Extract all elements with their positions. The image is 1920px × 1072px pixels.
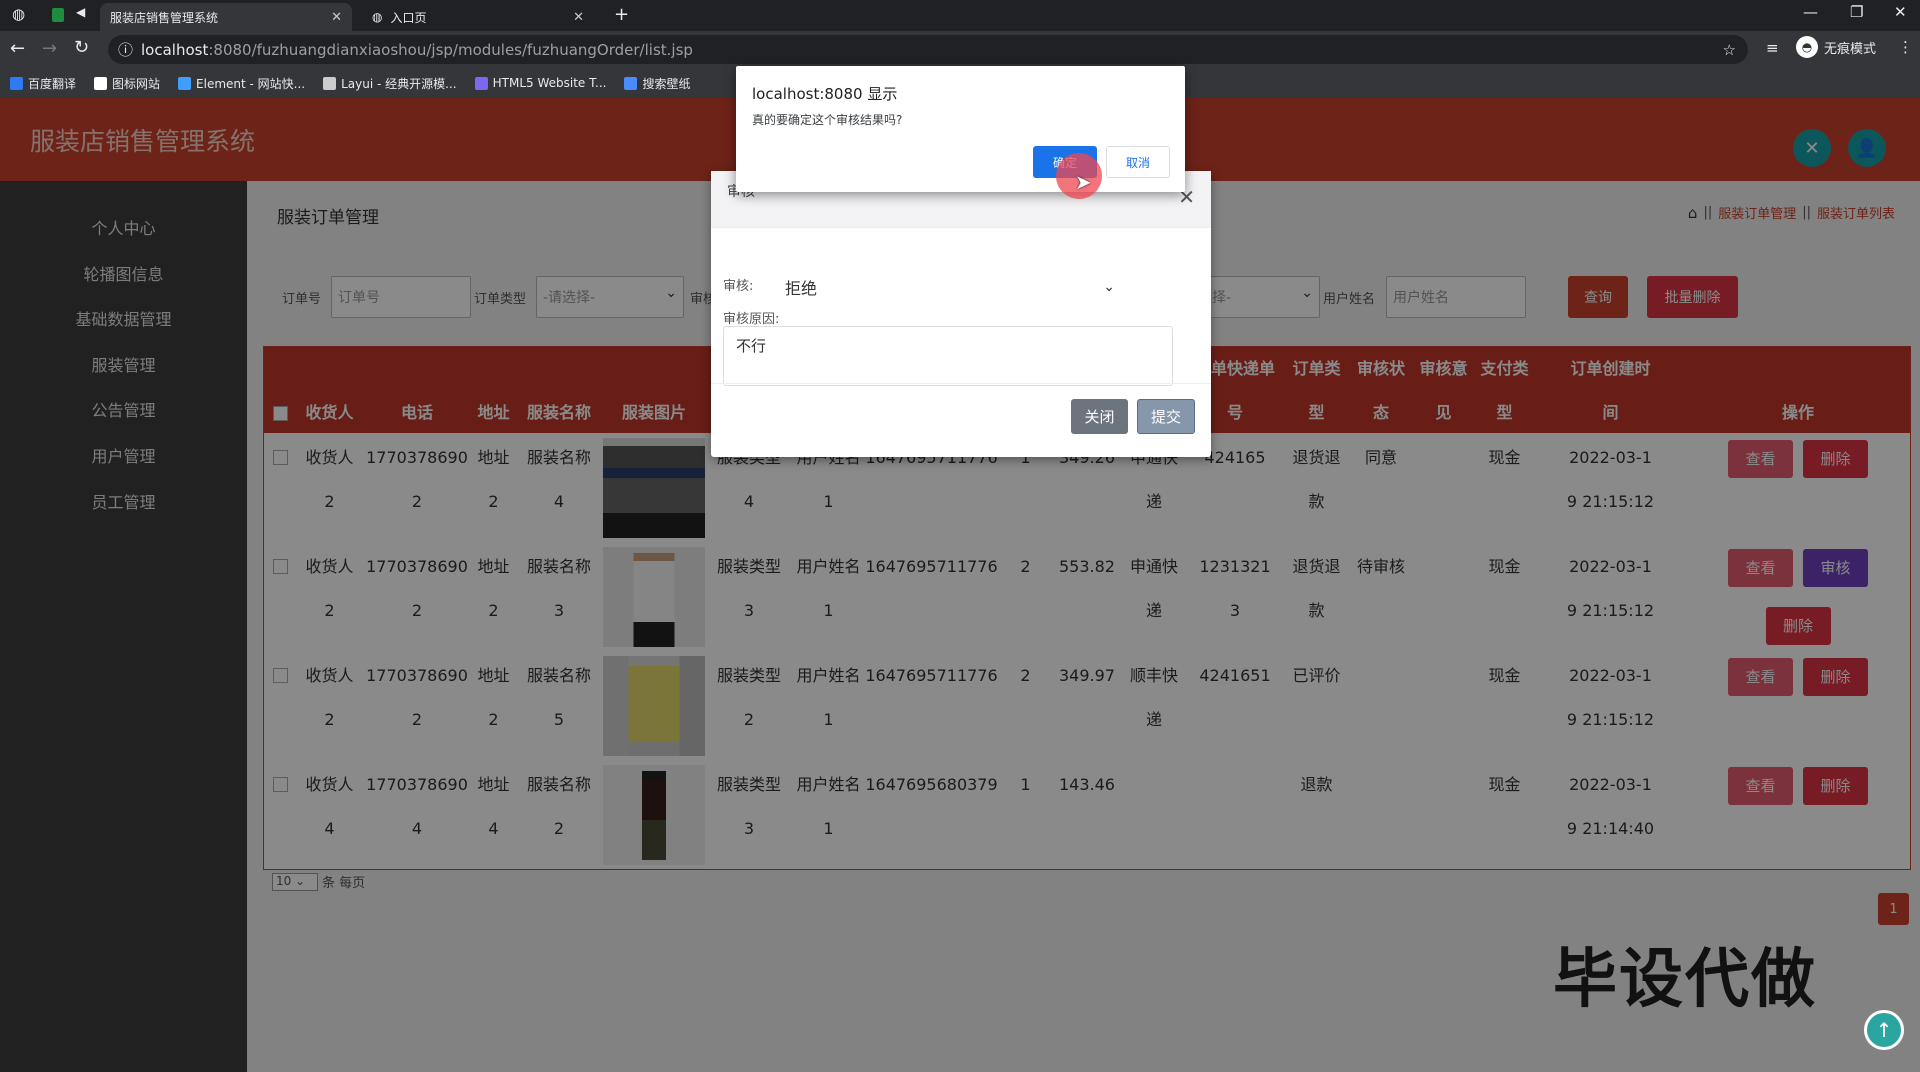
incognito-badge[interactable]: ◓ 无痕模式 — [1796, 36, 1876, 58]
close-tab-icon[interactable]: ✕ — [331, 10, 342, 25]
restore-icon[interactable]: ❐ — [1850, 3, 1863, 21]
close-button[interactable]: 关闭 — [1071, 399, 1128, 434]
bookmark-item[interactable]: Layui - 经典开源模... — [323, 75, 457, 92]
url-path: :8080/fuzhuangdianxiaoshou/jsp/modules/f… — [208, 40, 693, 59]
tab-active[interactable]: 服装店销售管理系统 ✕ — [100, 3, 352, 31]
watermark: 毕设代做 — [1553, 943, 1817, 1017]
cursor-icon: ➤ — [1075, 170, 1092, 194]
minimize-icon[interactable]: — — [1803, 3, 1818, 21]
bookmark-item[interactable]: 图标网站 — [94, 75, 160, 92]
star-icon[interactable]: ☆ — [1723, 41, 1736, 59]
bookmark-label: Element - 网站快... — [196, 76, 306, 91]
bookmark-icon — [10, 76, 23, 90]
new-tab-icon[interactable]: + — [614, 4, 629, 25]
bookmark-icon — [474, 76, 488, 90]
incognito-label: 无痕模式 — [1824, 41, 1877, 57]
bookmark-icon — [178, 76, 192, 90]
reading-list-icon[interactable]: ≡ — [1766, 39, 1779, 57]
menu-icon[interactable]: ⋮ — [1898, 38, 1913, 56]
modal-footer — [711, 383, 1211, 384]
close-tab-icon[interactable]: ✕ — [573, 10, 584, 25]
chevron-down-icon: ⌄ — [1103, 279, 1115, 295]
forward-icon[interactable]: → — [42, 38, 57, 59]
reload-icon[interactable]: ↻ — [74, 37, 89, 58]
dialog-message: 真的要确定这个审核结果吗? — [752, 113, 903, 127]
bookmark-label: 搜索壁纸 — [642, 76, 691, 91]
sheets-icon[interactable] — [52, 8, 64, 22]
speaker-icon[interactable]: ◀ — [76, 5, 85, 19]
tab-entry[interactable]: ◍ 入口页 ✕ — [362, 3, 594, 31]
incognito-icon: ◓ — [1796, 36, 1818, 58]
globe-icon: ◍ — [372, 10, 383, 24]
reason-value: 不行 — [736, 337, 767, 355]
cancel-button[interactable]: 取消 — [1106, 146, 1170, 178]
bookmark-label: 百度翻译 — [28, 76, 77, 91]
address-bar-row: ← → ↻ ⓘ localhost:8080/fuzhuangdianxiaos… — [0, 31, 1920, 68]
url-host: localhost — [141, 40, 209, 59]
bookmark-label: Layui - 经典开源模... — [341, 76, 457, 91]
browser-tab-bar: ◍ ◀ 服装店销售管理系统 ✕ ◍ 入口页 ✕ + — ❐ ✕ — [0, 0, 1920, 31]
bookmark-item[interactable]: HTML5 Website T... — [474, 76, 607, 90]
audit-select[interactable]: 拒绝 ⌄ — [780, 271, 1115, 303]
reason-textarea[interactable]: 不行 — [723, 326, 1173, 386]
globe-icon[interactable]: ◍ — [12, 5, 25, 23]
bookmark-label: HTML5 Website T... — [492, 76, 607, 90]
audit-modal: 审核 ✕ 审核: 拒绝 ⌄ 审核原因: 不行 关闭 提交 — [711, 171, 1211, 457]
tab-title: 入口页 — [390, 10, 427, 25]
info-icon: ⓘ — [118, 41, 134, 59]
reason-label: 审核原因: — [723, 312, 780, 327]
url-field[interactable]: ⓘ localhost:8080/fuzhuangdianxiaoshou/js… — [108, 35, 1748, 64]
bookmark-icon — [323, 76, 337, 90]
dialog-title: localhost:8080 显示 — [752, 85, 898, 103]
scroll-top-icon[interactable]: ↑ — [1864, 1010, 1904, 1050]
tab-title: 服装店销售管理系统 — [110, 10, 219, 25]
bookmark-icon — [624, 76, 638, 90]
audit-label: 审核: — [723, 279, 754, 294]
back-icon[interactable]: ← — [10, 38, 25, 59]
bookmark-icon — [94, 76, 108, 90]
audit-value: 拒绝 — [785, 279, 818, 298]
confirm-dialog: localhost:8080 显示 真的要确定这个审核结果吗? 确定 取消 — [736, 66, 1185, 192]
bookmark-item[interactable]: Element - 网站快... — [178, 75, 305, 92]
bookmark-item[interactable]: 百度翻译 — [10, 75, 76, 92]
bookmark-item[interactable]: 搜索壁纸 — [624, 75, 690, 92]
bookmark-label: 图标网站 — [112, 76, 161, 91]
app-page: 服装店销售管理系统 ✕ 👤 个人中心 轮播图信息 基础数据管理 服装管理 公告管理 用户管… — [0, 98, 1920, 1072]
submit-button[interactable]: 提交 — [1137, 399, 1195, 434]
close-window-icon[interactable]: ✕ — [1894, 3, 1907, 21]
